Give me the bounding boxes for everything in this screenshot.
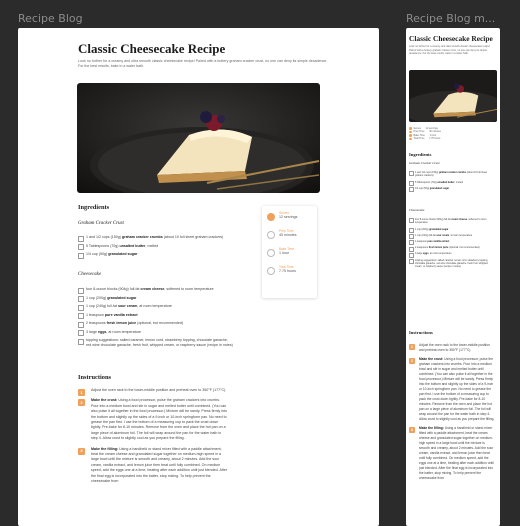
ingredient-item[interactable]: 1 cup (200g) granulated sugar	[409, 228, 495, 234]
ingredient-item[interactable]: four 8-ounce blocks (904g) full-fat crea…	[78, 287, 233, 294]
mobile-frame[interactable]: Classic Cheesecake Recipe Look no furthe…	[406, 28, 500, 526]
instruction-step: 2 Make the crust: Using a food processor,…	[78, 398, 228, 441]
hero-image	[409, 70, 497, 122]
hero-image	[77, 83, 320, 193]
desktop-frame-label[interactable]: Recipe Blog	[18, 12, 83, 25]
instructions-heading: Instructions	[78, 374, 112, 381]
bake-time-icon	[409, 134, 412, 137]
prep-time-icon	[409, 130, 412, 134]
ingredients-heading: Ingredients	[409, 152, 432, 157]
instruction-step: 1 Adjust the oven rack to the lower-middl…	[78, 388, 228, 396]
cheesecake-ingredient-list: four 8-ounce blocks (904g) full-fat crea…	[409, 218, 495, 272]
total-time-icon	[267, 267, 275, 275]
crust-heading: Graham Cracker Crust	[409, 161, 440, 165]
desktop-frame[interactable]: Classic Cheesecake Recipe Look no furthe…	[18, 28, 379, 526]
ingredient-item[interactable]: 1 cup (240g) full-fat sour cream, at roo…	[78, 304, 233, 311]
bake-time-icon	[267, 249, 275, 257]
instruction-steps: 1 Adjust the oven rack to the lower-middl…	[409, 343, 495, 485]
step-number: 2	[78, 399, 85, 407]
ingredient-item[interactable]: 3 large eggs, at room temperature	[409, 252, 495, 259]
ingredient-item[interactable]: topping suggestions: salted caramel, lem…	[409, 259, 495, 269]
instruction-step: 1 Adjust the oven rack to the lower-middl…	[409, 343, 495, 353]
ingredient-item[interactable]: topping suggestions: salted caramel, lem…	[78, 338, 233, 348]
ingredient-item[interactable]: 1 teaspoon pure vanilla extract	[409, 240, 495, 247]
ingredient-item[interactable]: 2 teaspoons fresh lemon juice (optional,…	[409, 246, 495, 253]
info-bake-time: Bake Time 1 hour	[267, 247, 312, 265]
ingredient-item[interactable]: four 8-ounce blocks (904g) full-fat crea…	[409, 218, 495, 225]
info-total-time: Total Time 7.75 hours	[409, 137, 479, 140]
instruction-step: 2 Make the crust: Using a food processor,…	[409, 357, 495, 422]
ingredient-item[interactable]: 1 and 1/2 cups (150g) graham cracker cru…	[409, 171, 495, 178]
step-number: 3	[409, 427, 415, 433]
cheesecake-heading: Cheesecake	[409, 208, 425, 212]
step-number: 3	[78, 447, 85, 455]
recipe-info-list: Serves 12 servings Prep Time 45 minutes …	[409, 127, 479, 141]
cheesecake-photo	[409, 70, 497, 122]
ingredient-item[interactable]: 1 and 1/2 cups (150g) graham cracker cru…	[78, 235, 233, 242]
instruction-step: 3 Make the filling: Using a handheld or s…	[78, 447, 228, 485]
ingredient-item[interactable]: 1/4 cup (50g) granulated sugar	[78, 252, 233, 259]
mobile-frame-label[interactable]: Recipe Blog m...	[406, 12, 495, 25]
ingredient-item[interactable]: 1 cup (200g) granulated sugar	[78, 296, 233, 302]
cheesecake-photo	[77, 83, 320, 193]
prep-time-icon	[267, 231, 275, 239]
step-number: 2	[409, 358, 415, 364]
ingredients-heading: Ingredients	[78, 204, 110, 211]
instructions-heading: Instructions	[409, 330, 433, 335]
serves-icon	[267, 213, 275, 221]
serves-icon	[409, 127, 412, 130]
info-prep-time: Prep Time 45 minutes	[267, 229, 312, 247]
info-total-time: Total Time 7.75 hours	[267, 265, 312, 283]
ingredient-item[interactable]: 1/4 cup (50g) granulated sugar	[409, 187, 495, 193]
recipe-info-card: Serves 12 servings Prep Time 45 minutes …	[262, 206, 317, 298]
ingredient-item[interactable]: 1 cup (240g) full-fat sour cream, at roo…	[409, 234, 495, 240]
info-serves: Serves 12 servings	[267, 211, 312, 229]
ingredient-item[interactable]: 1 teaspoon pure vanilla extract	[78, 313, 233, 319]
instruction-steps: 1 Adjust the oven rack to the lower-middl…	[78, 388, 228, 490]
ingredient-item[interactable]: 5 Tablespoons (70g) unsalted butter, mel…	[78, 244, 233, 250]
ingredient-item[interactable]: 3 large eggs, at room temperature	[78, 330, 233, 336]
recipe-intro: Look no further for a creamy and ultra s…	[78, 59, 328, 68]
instruction-step: 3 Make the filling: Using a handheld or s…	[409, 426, 495, 481]
recipe-title: Classic Cheesecake Recipe	[78, 41, 226, 56]
step-number: 1	[78, 389, 85, 396]
recipe-intro: Look no further for a creamy and ultra s…	[409, 45, 491, 56]
total-time-icon	[409, 137, 412, 141]
step-number: 1	[409, 344, 415, 350]
crust-ingredient-list: 1 and 1/2 cups (150g) graham cracker cru…	[409, 171, 495, 193]
ingredient-item[interactable]: 2 teaspoons fresh lemon juice (optional,…	[78, 321, 233, 328]
ingredient-item[interactable]: 5 Tablespoons (70g) unsalted butter, mel…	[409, 181, 495, 187]
crust-ingredient-list: 1 and 1/2 cups (150g) graham cracker cru…	[78, 235, 233, 261]
cheesecake-heading: Cheesecake	[78, 272, 102, 277]
recipe-title: Classic Cheesecake Recipe	[409, 34, 493, 43]
cheesecake-ingredient-list: four 8-ounce blocks (904g) full-fat crea…	[78, 287, 233, 352]
crust-heading: Graham Cracker Crust	[78, 221, 124, 226]
